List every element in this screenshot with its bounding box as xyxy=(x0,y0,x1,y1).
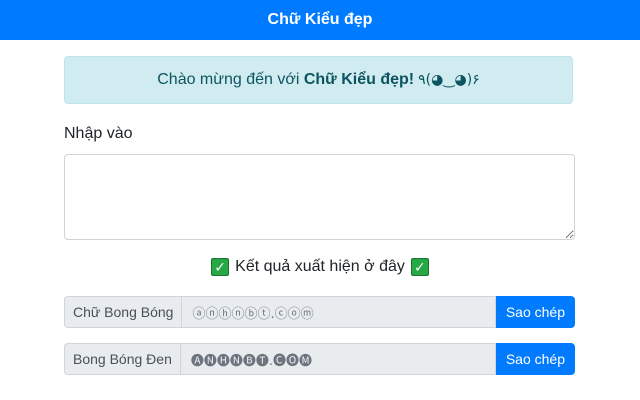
welcome-alert: Chào mừng đến với Chữ Kiểu đẹp! ٩(◕‿◕)۶ xyxy=(64,56,573,104)
output-label: Chữ Bong Bóng xyxy=(64,296,182,328)
alert-site-name: Chữ Kiểu đẹp! xyxy=(303,71,415,88)
copy-button[interactable]: Sao chép xyxy=(495,296,575,328)
check-icon: ✓ xyxy=(410,258,429,276)
navbar: Chữ Kiểu đẹp xyxy=(0,0,640,40)
alert-emoji: ٩(◕‿◕)۶ xyxy=(418,72,480,88)
output-value[interactable]: ⓐⓝⓗⓝⓑⓣ.ⓒⓞⓜ xyxy=(181,296,496,328)
output-row-black-bubble: Bong Bóng Đen 🅐🅝🅗🅝🅑🅣.🅒🅞🅜 Sao chép xyxy=(64,343,575,375)
result-heading: ✓ Kết quả xuất hiện ở đây ✓ xyxy=(0,258,640,276)
input-label: Nhập vào xyxy=(64,125,133,142)
output-row-bubble: Chữ Bong Bóng ⓐⓝⓗⓝⓑⓣ.ⓒⓞⓜ Sao chép xyxy=(64,296,575,328)
copy-button[interactable]: Sao chép xyxy=(495,343,575,375)
navbar-brand[interactable]: Chữ Kiểu đẹp xyxy=(268,11,373,29)
output-label: Bong Bóng Đen xyxy=(64,343,180,375)
result-heading-text: Kết quả xuất hiện ở đây xyxy=(235,258,405,275)
check-icon: ✓ xyxy=(211,258,230,276)
output-value[interactable]: 🅐🅝🅗🅝🅑🅣.🅒🅞🅜 xyxy=(179,343,496,375)
text-input[interactable] xyxy=(64,154,575,240)
alert-text: Chào mừng đến với xyxy=(157,71,304,88)
